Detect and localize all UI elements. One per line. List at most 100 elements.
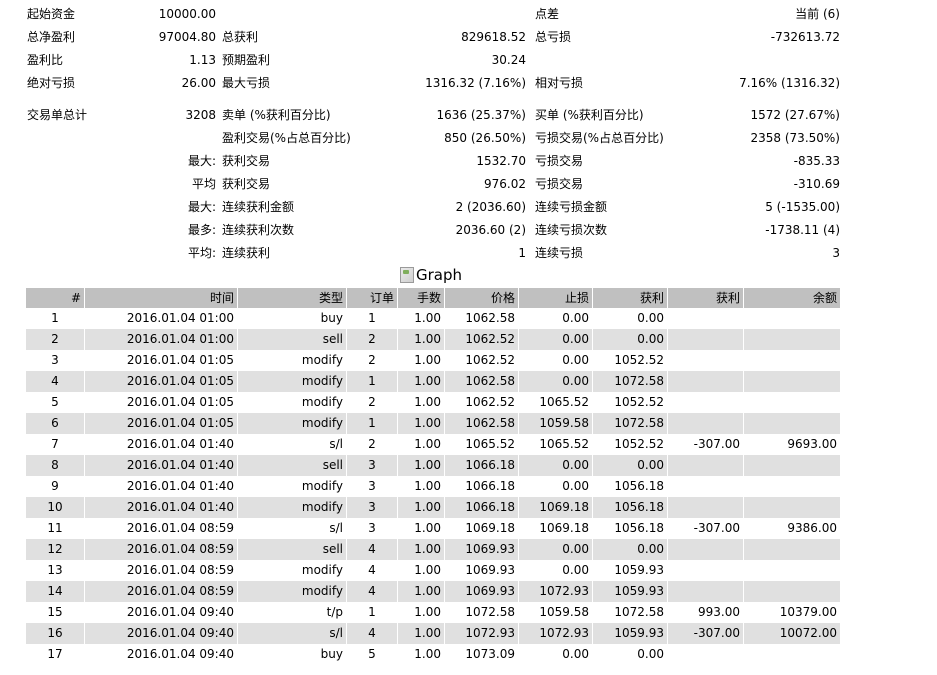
cell-type: s/l <box>238 623 346 644</box>
gross-loss-label: 总亏损 <box>535 30 572 44</box>
cell-type: sell <box>238 539 346 560</box>
cell-take-profit: 1072.58 <box>593 413 667 434</box>
cell-order: 1 <box>368 311 376 325</box>
short-positions-value: 1636 (25.37%) <box>436 108 526 122</box>
maximal-drawdown-label: 最大亏损 <box>222 76 271 90</box>
cell-stop-loss: 0.00 <box>562 353 589 367</box>
trades-table: # 时间 类型 订单 手数 价格 止损 获利 获利 余额 1 2016.01.04… <box>25 288 841 665</box>
table-row: 15 2016.01.04 09:40 t/p 1 1.00 1072.58 1059.58… <box>26 602 840 623</box>
expected-payoff-value: 30.24 <box>491 53 526 67</box>
cell-order: 2 <box>368 395 376 409</box>
cell-balance: 9386.00 <box>787 521 837 535</box>
table-row: 12 2016.01.04 08:59 sell 4 1.00 1069.93 0.00 0.… <box>26 539 840 560</box>
cell-balance <box>744 329 840 350</box>
cell-time: 2016.01.04 01:00 <box>126 311 234 325</box>
cell-order: 1 <box>368 605 376 619</box>
table-row: 4 2016.01.04 01:05 modify 1 1.00 1062.58 0.00 1… <box>26 371 840 392</box>
cell-take-profit: 0.00 <box>593 539 667 560</box>
cell-order: 2 <box>368 437 376 451</box>
table-row: 11 2016.01.04 08:59 s/l 3 1.00 1069.18 1069.18… <box>26 518 840 539</box>
cell-order: 2 <box>368 353 376 367</box>
cell-take-profit: 0.00 <box>593 455 667 476</box>
table-row: 17 2016.01.04 09:40 buy 5 1.00 1073.09 0.00 0.0… <box>26 644 840 665</box>
table-row: 13 2016.01.04 08:59 modify 4 1.00 1069.93 0.00… <box>26 560 840 581</box>
cell-index: 17 <box>47 647 63 661</box>
cell-index: 2 <box>26 329 84 350</box>
average-consecutive-wins-value: 1 <box>518 246 526 260</box>
cell-time: 2016.01.04 08:59 <box>85 539 237 560</box>
cell-lots: 1.00 <box>398 623 444 644</box>
cell-balance <box>744 560 840 581</box>
cell-lots: 1.00 <box>398 413 444 434</box>
cell-order: 4 <box>347 623 397 644</box>
cell-balance: 10379.00 <box>779 605 837 619</box>
cell-index: 1 <box>51 311 59 325</box>
cell-take-profit: 1052.52 <box>614 395 664 409</box>
gross-loss-value: -732613.72 <box>770 30 840 44</box>
cell-lots: 1.00 <box>414 605 441 619</box>
cell-price: 1073.09 <box>465 647 515 661</box>
profit-factor-label: 盈利比 <box>27 53 64 67</box>
cell-order: 4 <box>347 539 397 560</box>
cell-profit <box>668 392 743 413</box>
cell-order: 4 <box>347 581 397 602</box>
cell-stop-loss: 1072.93 <box>519 623 592 644</box>
cell-order: 4 <box>368 563 376 577</box>
summary-row-deposit: 起始资金 10000.00 点差 当前 (6) <box>0 4 937 24</box>
cell-time: 2016.01.04 01:05 <box>126 395 234 409</box>
cell-price: 1065.52 <box>465 437 515 451</box>
header-type: 类型 <box>238 288 346 308</box>
table-row: 16 2016.01.04 09:40 s/l 4 1.00 1072.93 1072.93… <box>26 623 840 644</box>
summary-row-total-trades: 交易单总计 3208 卖单 (%获利百分比) 1636 (25.37%) 买单 … <box>0 105 937 125</box>
cell-type: s/l <box>329 437 343 451</box>
cell-price: 1069.18 <box>465 521 515 535</box>
cell-index: 12 <box>26 539 84 560</box>
cell-take-profit: 1059.93 <box>593 581 667 602</box>
cell-time: 2016.01.04 09:40 <box>126 605 234 619</box>
cell-time: 2016.01.04 01:40 <box>85 497 237 518</box>
maximal-consecutive-profit-value: 2036.60 (2) <box>455 223 526 237</box>
short-positions-label: 卖单 (%获利百分比) <box>222 108 331 122</box>
cell-take-profit: 0.00 <box>637 311 664 325</box>
cell-stop-loss: 1059.58 <box>519 413 592 434</box>
cell-index: 7 <box>51 437 59 451</box>
cell-time: 2016.01.04 09:40 <box>126 647 234 661</box>
trades-table-body: 1 2016.01.04 01:00 buy 1 1.00 1062.58 0.00 0.00… <box>26 308 840 665</box>
cell-balance <box>744 476 840 497</box>
cell-index: 14 <box>26 581 84 602</box>
cell-lots: 1.00 <box>414 479 441 493</box>
cell-price: 1062.58 <box>445 371 518 392</box>
cell-take-profit: 1052.52 <box>614 353 664 367</box>
cell-price: 1069.93 <box>465 563 515 577</box>
cell-type: buy <box>320 311 343 325</box>
table-row: 10 2016.01.04 01:40 modify 3 1.00 1066.18 1069… <box>26 497 840 518</box>
cell-index: 8 <box>26 455 84 476</box>
header-take-profit: 获利 <box>593 288 667 308</box>
cell-balance: 9693.00 <box>787 437 837 451</box>
cell-time: 2016.01.04 08:59 <box>126 563 234 577</box>
cell-balance <box>744 350 840 371</box>
cell-lots: 1.00 <box>398 539 444 560</box>
cell-balance <box>744 392 840 413</box>
summary-row-profit-loss-trades: 盈利交易(%占总百分比) 850 (26.50%) 亏损交易(%占总百分比) 2… <box>0 128 937 148</box>
cell-price: 1069.93 <box>445 581 518 602</box>
cell-profit <box>668 329 743 350</box>
cell-order: 2 <box>347 329 397 350</box>
cell-profit: -307.00 <box>693 521 740 535</box>
cell-order: 3 <box>347 455 397 476</box>
cell-balance <box>744 644 840 665</box>
summary-row-largest: 最大: 获利交易 1532.70 亏损交易 -835.33 <box>0 151 937 171</box>
cell-lots: 1.00 <box>398 329 444 350</box>
cell-time: 2016.01.04 01:05 <box>85 413 237 434</box>
max-consecutive-losses-value: 5 (-1535.00) <box>765 200 840 214</box>
table-row: 7 2016.01.04 01:40 s/l 2 1.00 1065.52 1065.52 1… <box>26 434 840 455</box>
cell-stop-loss: 0.00 <box>562 647 589 661</box>
profit-factor-value: 1.13 <box>189 53 216 67</box>
cell-time: 2016.01.04 01:40 <box>85 455 237 476</box>
cell-price: 1066.18 <box>445 455 518 476</box>
cell-price: 1062.52 <box>465 353 515 367</box>
header-price: 价格 <box>445 288 518 308</box>
cell-profit <box>668 371 743 392</box>
relative-drawdown-value: 7.16% (1316.32) <box>739 76 840 90</box>
cell-take-profit: 1056.18 <box>614 479 664 493</box>
